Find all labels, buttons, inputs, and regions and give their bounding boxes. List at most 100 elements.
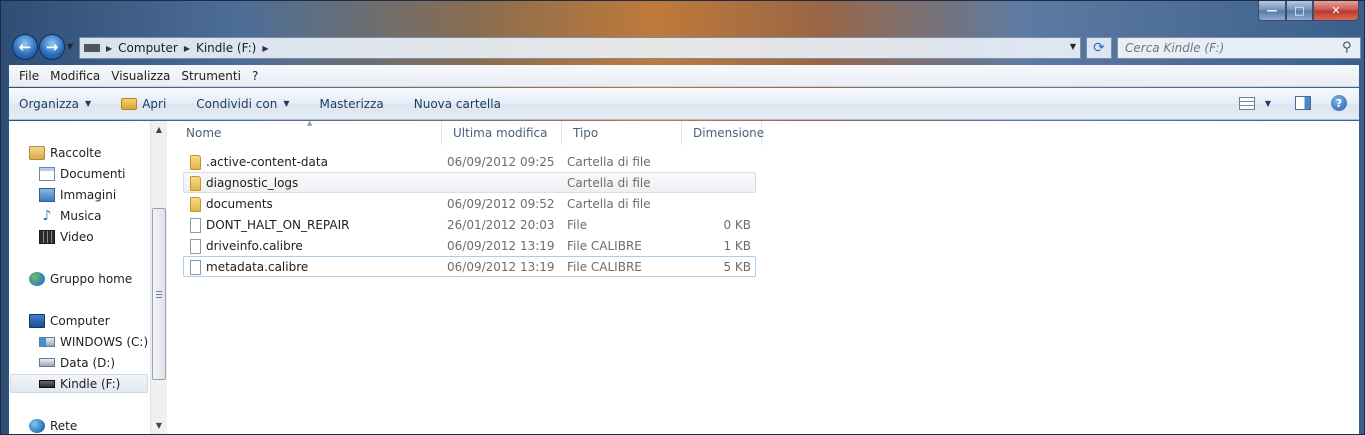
- scrollbar-thumb[interactable]: [152, 208, 166, 380]
- file-row[interactable]: DONT_HALT_ON_REPAIR 26/01/2012 20:03 Fil…: [183, 214, 756, 235]
- nav-scrollbar[interactable]: ▲ ▼: [150, 121, 167, 434]
- chevron-right-icon[interactable]: ▶: [106, 44, 112, 53]
- file-name: documents: [206, 197, 273, 211]
- file-row[interactable]: metadata.calibre 06/09/2012 13:19 File C…: [183, 256, 756, 277]
- chevron-right-icon[interactable]: ▶: [262, 44, 268, 53]
- nav-item-documenti[interactable]: Documenti: [39, 164, 126, 183]
- file-icon: [190, 260, 201, 275]
- view-options-dropdown[interactable]: ▼: [1265, 99, 1271, 108]
- scroll-down-button[interactable]: ▼: [151, 417, 167, 434]
- menu-modifica[interactable]: Modifica: [50, 69, 100, 83]
- homegroup-icon: [29, 271, 45, 286]
- address-bar[interactable]: ▶ Computer ▶ Kindle (F:) ▶ ▼: [79, 37, 1081, 59]
- folder-icon: [190, 176, 201, 191]
- column-header-ultima-modifica[interactable]: Ultima modifica: [442, 121, 562, 145]
- nav-label: Documenti: [60, 166, 126, 181]
- file-type: File CALIBRE: [567, 239, 642, 253]
- help-icon[interactable]: ?: [1331, 95, 1347, 111]
- file-modified: 06/09/2012 13:19: [447, 260, 555, 274]
- organizza-button[interactable]: Organizza ▼: [19, 97, 91, 111]
- apri-button[interactable]: Apri: [121, 97, 166, 111]
- forward-button[interactable]: →: [39, 34, 65, 60]
- breadcrumb-computer[interactable]: Computer: [118, 41, 178, 55]
- close-button[interactable]: ✕: [1313, 1, 1359, 21]
- scroll-up-button[interactable]: ▲: [151, 121, 167, 138]
- masterizza-button[interactable]: Masterizza: [319, 97, 383, 111]
- nav-label: Video: [60, 229, 94, 244]
- caption-buttons: — □ ✕: [1258, 1, 1359, 21]
- nav-label: Rete: [50, 418, 78, 433]
- back-button[interactable]: ←: [12, 34, 38, 60]
- system-drive-icon: [39, 336, 55, 347]
- menu-strumenti[interactable]: Strumenti: [181, 69, 241, 83]
- nav-item-windows-c[interactable]: WINDOWS (C:): [39, 332, 148, 351]
- nav-label: Gruppo home: [50, 271, 133, 286]
- column-label: Ultima modifica: [453, 126, 548, 140]
- hard-drive-icon: [39, 358, 55, 367]
- nav-item-immagini[interactable]: Immagini: [39, 185, 116, 204]
- file-row[interactable]: documents 06/09/2012 09:52 Cartella di f…: [183, 193, 756, 214]
- libraries-icon: [29, 145, 45, 160]
- column-header-tipo[interactable]: Tipo: [562, 121, 682, 145]
- nuova-cartella-button[interactable]: Nuova cartella: [414, 97, 501, 111]
- nav-label: Computer: [50, 313, 110, 328]
- view-controls: ▼ ?: [1238, 95, 1347, 111]
- file-modified: 26/01/2012 20:03: [447, 218, 555, 232]
- folder-icon: [190, 155, 201, 170]
- masterizza-label: Masterizza: [319, 96, 384, 111]
- recent-pages-dropdown[interactable]: ▼: [67, 42, 73, 51]
- removable-drive-icon: [39, 379, 55, 388]
- file-type: Cartella di file: [567, 197, 651, 211]
- drive-icon: [84, 44, 100, 52]
- title-bar[interactable]: — □ ✕: [1, 1, 1364, 31]
- nav-item-raccolte[interactable]: Raccolte: [29, 143, 101, 162]
- documents-icon: [39, 166, 55, 181]
- file-row[interactable]: .active-content-data 06/09/2012 09:25 Ca…: [183, 151, 756, 172]
- menu-help[interactable]: ?: [252, 69, 258, 83]
- nav-item-musica[interactable]: ♪ Musica: [39, 206, 102, 225]
- maximize-button[interactable]: □: [1286, 1, 1313, 21]
- column-header-dimensione[interactable]: Dimensione: [682, 121, 765, 145]
- file-row[interactable]: driveinfo.calibre 06/09/2012 13:19 File …: [183, 235, 756, 256]
- computer-icon: [29, 313, 45, 328]
- preview-pane-icon[interactable]: [1295, 96, 1311, 110]
- column-label: Dimensione: [693, 126, 765, 140]
- search-box[interactable]: ⚲: [1117, 37, 1361, 59]
- nav-label: Musica: [60, 208, 102, 223]
- refresh-button[interactable]: ⟳: [1086, 37, 1112, 59]
- condividi-button[interactable]: Condividi con ▼: [196, 97, 289, 111]
- chevron-down-icon: ▼: [283, 99, 290, 108]
- menu-bar: File Modifica Visualizza Strumenti ?: [9, 65, 1359, 87]
- breadcrumb-kindle[interactable]: Kindle (F:): [196, 41, 256, 55]
- file-name: diagnostic_logs: [206, 176, 299, 190]
- nuova-cartella-label: Nuova cartella: [413, 96, 501, 111]
- condividi-label: Condividi con: [196, 96, 278, 111]
- file-icon: [190, 239, 201, 254]
- nav-item-computer[interactable]: Computer: [29, 311, 110, 330]
- search-input[interactable]: [1118, 38, 1338, 58]
- nav-label: Immagini: [60, 187, 117, 202]
- file-row[interactable]: diagnostic_logs Cartella di file: [183, 172, 756, 193]
- menu-visualizza[interactable]: Visualizza: [111, 69, 170, 83]
- view-details-icon[interactable]: [1238, 96, 1255, 110]
- minimize-button[interactable]: —: [1258, 1, 1286, 21]
- pictures-icon: [39, 187, 55, 202]
- nav-item-video[interactable]: Video: [39, 227, 94, 246]
- file-type: File CALIBRE: [567, 260, 642, 274]
- navigation-row: ← → ▼ ▶ Computer ▶ Kindle (F:) ▶ ▼ ⟳ ⚲: [9, 34, 1361, 60]
- command-bar: Organizza ▼ Apri Condividi con ▼ Masteri…: [9, 88, 1359, 120]
- nav-item-rete[interactable]: Rete: [29, 416, 77, 435]
- nav-item-kindle-f[interactable]: Kindle (F:): [10, 374, 148, 393]
- chevron-right-icon[interactable]: ▶: [184, 44, 190, 53]
- menu-file[interactable]: File: [19, 69, 39, 83]
- column-label: Nome: [186, 126, 222, 140]
- file-type: Cartella di file: [567, 155, 651, 169]
- address-history-dropdown[interactable]: ▼: [1070, 42, 1076, 51]
- search-icon[interactable]: ⚲: [1342, 41, 1356, 55]
- nav-item-gruppo-home[interactable]: Gruppo home: [29, 269, 132, 288]
- column-header-nome[interactable]: Nome ▲: [175, 119, 442, 145]
- nav-item-data-d[interactable]: Data (D:): [39, 353, 115, 372]
- music-note-icon: ♪: [42, 207, 52, 224]
- nav-label: Raccolte: [50, 145, 102, 160]
- file-type: File: [567, 218, 588, 232]
